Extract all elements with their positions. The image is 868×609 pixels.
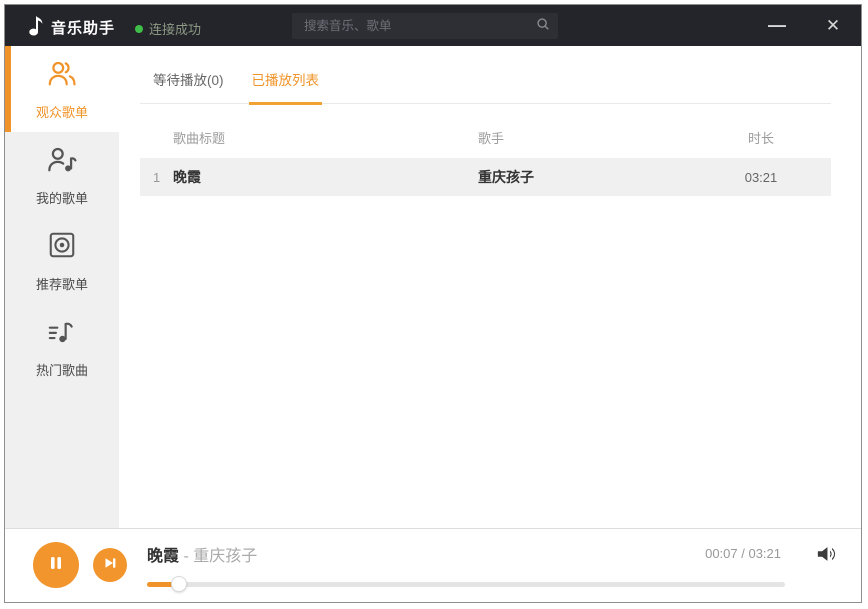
header-artist: 歌手 bbox=[478, 130, 505, 146]
now-playing-title: 晚霞 bbox=[147, 548, 180, 565]
close-button[interactable]: ✕ bbox=[815, 5, 851, 46]
sidebar-item-label: 我的歌单 bbox=[35, 190, 88, 206]
hot-songs-icon bbox=[46, 316, 78, 351]
my-playlist-icon bbox=[46, 144, 78, 179]
connection-status: 连接成功 bbox=[135, 19, 201, 38]
main-area: 观众歌单 我的歌单 推荐歌单 热门歌曲 等待播放(0) 已播放列表 歌曲标题 歌… bbox=[5, 46, 861, 528]
content-panel: 等待播放(0) 已播放列表 歌曲标题 歌手 时长 1 晚霞 重庆孩子 03:21 bbox=[119, 46, 861, 528]
sidebar-item-recommended-playlist[interactable]: 推荐歌单 bbox=[5, 218, 119, 304]
tab-bar: 等待播放(0) 已播放列表 bbox=[140, 46, 831, 105]
now-playing-artist: 重庆孩子 bbox=[193, 548, 258, 565]
row-duration: 03:21 bbox=[744, 169, 778, 185]
sidebar-item-label: 热门歌曲 bbox=[35, 362, 88, 378]
audience-playlist-icon bbox=[46, 58, 78, 93]
now-playing-dash: - bbox=[183, 548, 189, 565]
search-icon[interactable] bbox=[536, 17, 550, 36]
app-title: 音乐助手 bbox=[51, 20, 116, 37]
titlebar: 音乐助手 连接成功 — ✕ bbox=[5, 5, 861, 46]
sidebar-item-label: 推荐歌单 bbox=[35, 276, 88, 292]
sidebar-item-hot-songs[interactable]: 热门歌曲 bbox=[5, 304, 119, 390]
next-button[interactable] bbox=[93, 548, 127, 582]
header-duration: 时长 bbox=[747, 130, 774, 146]
table-header: 歌曲标题 歌手 时长 bbox=[140, 124, 831, 150]
tab-waiting-playlist[interactable]: 等待播放(0) bbox=[150, 69, 227, 105]
sidebar-item-label: 观众歌单 bbox=[35, 104, 88, 120]
pause-icon bbox=[47, 554, 65, 577]
recommended-playlist-icon bbox=[47, 230, 77, 265]
music-note-icon bbox=[23, 14, 45, 42]
sidebar: 观众歌单 我的歌单 推荐歌单 热门歌曲 bbox=[5, 46, 119, 528]
sidebar-item-my-playlist[interactable]: 我的歌单 bbox=[5, 132, 119, 218]
search-input[interactable] bbox=[304, 19, 536, 33]
progress-track[interactable] bbox=[147, 582, 785, 587]
table-row[interactable]: 1 晚霞 重庆孩子 03:21 bbox=[140, 158, 831, 196]
minimize-button[interactable]: — bbox=[759, 5, 795, 46]
progress-bar[interactable] bbox=[147, 576, 785, 592]
search-box[interactable] bbox=[292, 13, 558, 39]
row-index: 1 bbox=[153, 169, 161, 185]
progress-handle[interactable] bbox=[170, 576, 187, 592]
time-display: 00:07 / 03:21 bbox=[705, 546, 781, 561]
status-dot-icon bbox=[135, 24, 143, 33]
skip-next-icon bbox=[103, 556, 117, 575]
app-window: 音乐助手 连接成功 — ✕ 观众歌单 bbox=[4, 4, 862, 603]
player-bar: 晚霞 - 重庆孩子 00:07 / 03:21 bbox=[5, 528, 861, 602]
pause-button[interactable] bbox=[33, 542, 79, 588]
tab-played-list[interactable]: 已播放列表 bbox=[248, 69, 322, 105]
row-song-title: 晚霞 bbox=[173, 169, 201, 185]
header-song-title: 歌曲标题 bbox=[173, 130, 226, 146]
row-artist: 重庆孩子 bbox=[478, 169, 534, 185]
volume-icon[interactable] bbox=[814, 542, 839, 571]
connection-status-label: 连接成功 bbox=[149, 22, 202, 37]
sidebar-item-audience-playlist[interactable]: 观众歌单 bbox=[5, 46, 119, 132]
now-playing: 晚霞 - 重庆孩子 bbox=[147, 542, 257, 566]
